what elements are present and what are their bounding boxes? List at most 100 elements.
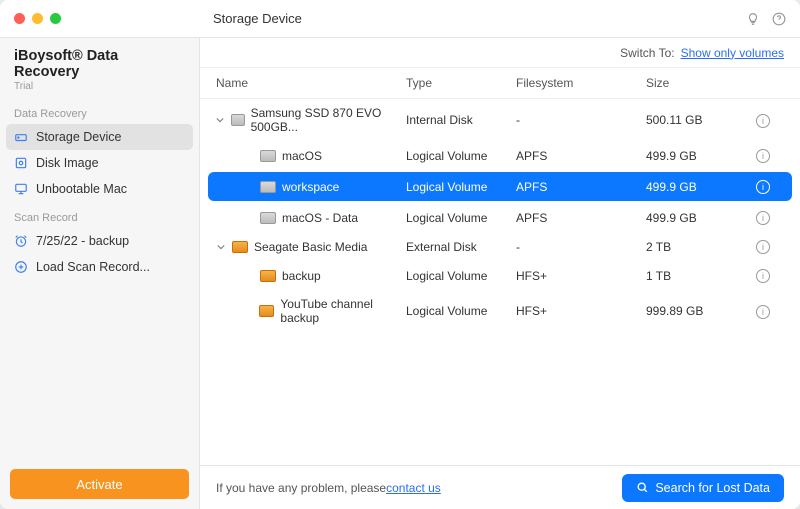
- row-filesystem: HFS+: [516, 269, 646, 283]
- sidebar-item-load-scan-record-[interactable]: Load Scan Record...: [0, 254, 199, 280]
- switch-label: Switch To:: [620, 46, 674, 60]
- drive-icon: [260, 181, 276, 193]
- sidebar-item-disk-image[interactable]: Disk Image: [0, 150, 199, 176]
- lightbulb-icon[interactable]: [746, 12, 760, 26]
- main: Switch To: Show only volumes Name Type F…: [200, 38, 800, 509]
- row-size: 499.9 GB: [646, 211, 756, 225]
- table-header: Name Type Filesystem Size: [200, 68, 800, 99]
- help-icon[interactable]: [772, 12, 786, 26]
- row-size: 999.89 GB: [646, 304, 756, 318]
- drive-icon: [232, 241, 248, 253]
- table-row[interactable]: Seagate Basic Media External Disk-2 TBi: [200, 232, 800, 261]
- table-row[interactable]: macOS - Data Logical VolumeAPFS499.9 GBi: [200, 203, 800, 232]
- clock-icon: [14, 234, 28, 248]
- table-row[interactable]: workspace Logical VolumeAPFS499.9 GBi: [208, 172, 792, 201]
- brand-name: iBoysoft® Data Recovery: [14, 48, 185, 80]
- table-row[interactable]: Samsung SSD 870 EVO 500GB...Internal Dis…: [200, 99, 800, 141]
- search-button-label: Search for Lost Data: [655, 481, 770, 495]
- row-type: External Disk: [406, 240, 516, 254]
- chevron-down-icon[interactable]: [216, 243, 226, 251]
- footer: If you have any problem, please contact …: [200, 465, 800, 509]
- row-filesystem: -: [516, 113, 646, 127]
- brand-sub: Trial: [14, 81, 185, 92]
- col-size[interactable]: Size: [646, 76, 756, 90]
- row-type: Logical Volume: [406, 269, 516, 283]
- row-filesystem: APFS: [516, 180, 646, 194]
- monitor-icon: [14, 182, 28, 196]
- contact-us-link[interactable]: contact us: [386, 481, 441, 495]
- sidebar-item-storage-device[interactable]: Storage Device: [6, 124, 193, 150]
- row-type: Internal Disk: [406, 113, 516, 127]
- row-size: 1 TB: [646, 269, 756, 283]
- search-lost-data-button[interactable]: Search for Lost Data: [622, 474, 784, 502]
- row-filesystem: APFS: [516, 211, 646, 225]
- col-fs[interactable]: Filesystem: [516, 76, 646, 90]
- col-type[interactable]: Type: [406, 76, 516, 90]
- sidebar-item-7-25-22-backup[interactable]: 7/25/22 - backup: [0, 228, 199, 254]
- row-type: Logical Volume: [406, 211, 516, 225]
- info-icon[interactable]: i: [756, 180, 770, 194]
- drive-icon: [231, 114, 245, 126]
- chevron-down-icon[interactable]: [216, 116, 225, 124]
- activate-button[interactable]: Activate: [10, 469, 189, 499]
- app-window: Storage Device iBoysoft® Data Recovery T…: [0, 0, 800, 509]
- row-name: macOS - Data: [282, 211, 358, 225]
- disk-image-icon: [14, 156, 28, 170]
- minimize-icon[interactable]: [32, 13, 43, 24]
- drive-icon: [260, 150, 276, 162]
- table-row[interactable]: YouTube channel backupLogical VolumeHFS+…: [200, 290, 800, 332]
- info-icon[interactable]: i: [756, 114, 770, 128]
- drive-icon: [259, 305, 274, 317]
- sidebar-item-label: Storage Device: [36, 130, 121, 144]
- row-filesystem: -: [516, 240, 646, 254]
- plus-circle-icon: [14, 260, 28, 274]
- body: iBoysoft® Data Recovery Trial Data Recov…: [0, 38, 800, 509]
- row-filesystem: APFS: [516, 149, 646, 163]
- brand: iBoysoft® Data Recovery Trial: [0, 38, 199, 98]
- row-size: 500.11 GB: [646, 113, 756, 127]
- sidebar: iBoysoft® Data Recovery Trial Data Recov…: [0, 38, 200, 509]
- row-name: workspace: [282, 180, 339, 194]
- switch-row: Switch To: Show only volumes: [200, 38, 800, 68]
- titlebar: Storage Device: [0, 0, 800, 38]
- page-title: Storage Device: [200, 11, 746, 26]
- row-type: Logical Volume: [406, 180, 516, 194]
- row-name: macOS: [282, 149, 322, 163]
- row-name: backup: [282, 269, 321, 283]
- info-icon[interactable]: i: [756, 211, 770, 225]
- show-only-volumes-link[interactable]: Show only volumes: [681, 46, 784, 60]
- row-size: 2 TB: [646, 240, 756, 254]
- table-row[interactable]: backup Logical VolumeHFS+1 TBi: [200, 261, 800, 290]
- sidebar-item-label: Load Scan Record...: [36, 260, 150, 274]
- row-size: 499.9 GB: [646, 180, 756, 194]
- table-body: Samsung SSD 870 EVO 500GB...Internal Dis…: [200, 99, 800, 465]
- col-info: [756, 76, 784, 90]
- table-row[interactable]: macOS Logical VolumeAPFS499.9 GBi: [200, 141, 800, 170]
- sidebar-section-header: Scan Record: [0, 202, 199, 228]
- sidebar-item-label: Disk Image: [36, 156, 99, 170]
- search-icon: [636, 481, 649, 494]
- sidebar-section-header: Data Recovery: [0, 98, 199, 124]
- info-icon[interactable]: i: [756, 240, 770, 254]
- info-icon[interactable]: i: [756, 269, 770, 283]
- drive-icon: [260, 212, 276, 224]
- sidebar-spacer: [0, 280, 199, 459]
- row-filesystem: HFS+: [516, 304, 646, 318]
- row-type: Logical Volume: [406, 149, 516, 163]
- row-size: 499.9 GB: [646, 149, 756, 163]
- sidebar-item-unbootable-mac[interactable]: Unbootable Mac: [0, 176, 199, 202]
- footer-text: If you have any problem, please: [216, 481, 386, 495]
- zoom-icon[interactable]: [50, 13, 61, 24]
- row-type: Logical Volume: [406, 304, 516, 318]
- col-name[interactable]: Name: [216, 76, 406, 90]
- info-icon[interactable]: i: [756, 149, 770, 163]
- info-icon[interactable]: i: [756, 305, 770, 319]
- drive-icon: [260, 270, 276, 282]
- titlebar-actions: [746, 12, 800, 26]
- sidebar-item-label: Unbootable Mac: [36, 182, 127, 196]
- storage-icon: [14, 130, 28, 144]
- sidebar-item-label: 7/25/22 - backup: [36, 234, 129, 248]
- window-controls: [0, 13, 200, 24]
- row-name: Seagate Basic Media: [254, 240, 367, 254]
- close-icon[interactable]: [14, 13, 25, 24]
